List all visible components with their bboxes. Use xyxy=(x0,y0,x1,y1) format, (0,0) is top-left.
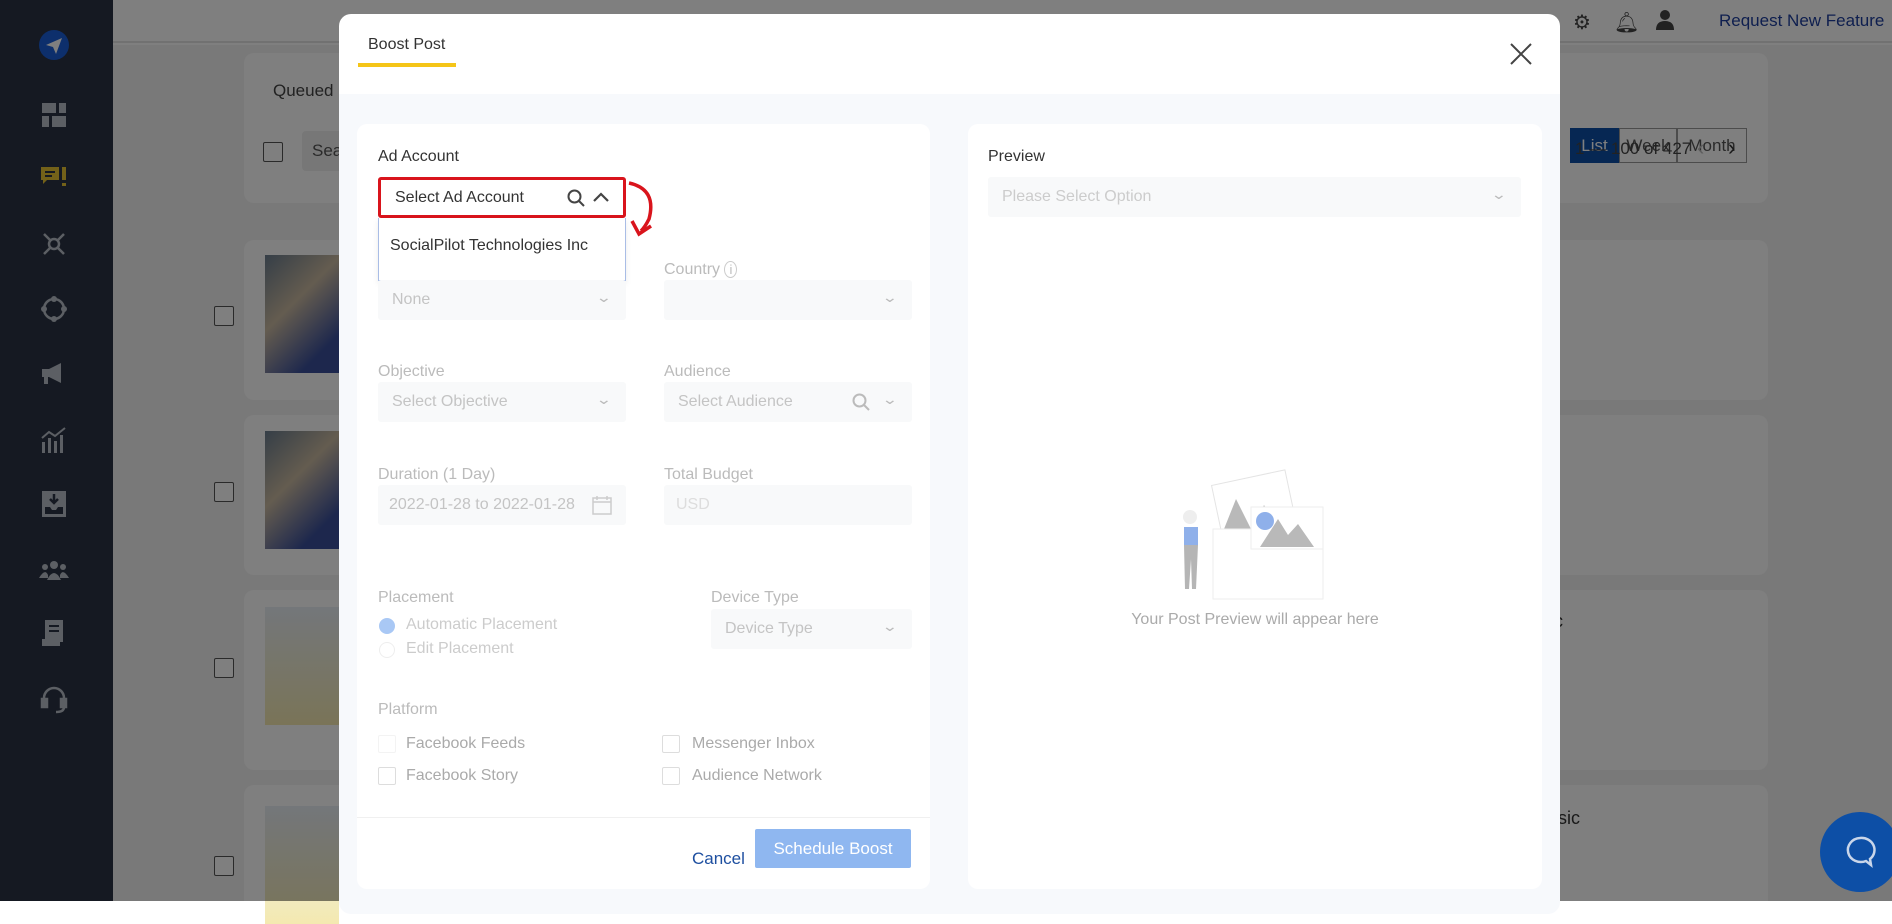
preview-placeholder: Please Select Option xyxy=(1002,188,1152,205)
messenger-inbox-label: Messenger Inbox xyxy=(692,735,815,752)
audience-network-label: Audience Network xyxy=(692,767,822,784)
audience-select[interactable]: Select Audience ⌄ xyxy=(664,382,912,422)
chevron-down-icon: ⌄ xyxy=(881,289,899,305)
close-icon[interactable] xyxy=(1509,42,1533,71)
audience-label: Audience xyxy=(664,363,731,380)
placement-label: Placement xyxy=(378,589,454,606)
page-select[interactable]: None ⌄ xyxy=(378,280,626,320)
ad-account-option[interactable]: SocialPilot Technologies Inc xyxy=(390,237,588,255)
footer-divider xyxy=(357,817,930,818)
facebook-story-label: Facebook Story xyxy=(406,767,519,784)
edit-placement-label: Edit Placement xyxy=(406,640,514,657)
currency-label: USD xyxy=(676,496,710,513)
modal-body: Ad Account Select Ad Account SocialPilot… xyxy=(339,94,1560,914)
audience-placeholder: Select Audience xyxy=(678,393,793,410)
boost-post-modal: Boost Post Ad Account Select Ad Account … xyxy=(339,14,1560,914)
chevron-down-icon: ⌄ xyxy=(881,618,899,634)
audience-network-checkbox[interactable] xyxy=(662,767,680,785)
facebook-feeds-label: Facebook Feeds xyxy=(406,735,526,752)
duration-input[interactable]: 2022-01-28 to 2022-01-28 xyxy=(378,485,626,525)
country-select[interactable]: ⌄ xyxy=(664,280,912,320)
annotation-arrow xyxy=(628,181,653,237)
total-budget-input[interactable]: USD xyxy=(664,485,912,525)
schedule-boost-button[interactable]: Schedule Boost xyxy=(755,829,911,868)
search-icon xyxy=(567,189,585,207)
objective-label: Objective xyxy=(378,363,445,380)
chat-support-button[interactable] xyxy=(1820,812,1892,892)
automatic-placement-label: Automatic Placement xyxy=(406,616,558,633)
platform-label: Platform xyxy=(378,701,438,718)
total-budget-label: Total Budget xyxy=(664,466,753,483)
duration-value: 2022-01-28 to 2022-01-28 xyxy=(389,496,575,513)
messenger-inbox-checkbox[interactable] xyxy=(662,735,680,753)
country-label-text: Country xyxy=(664,261,721,278)
device-type-placeholder: Device Type xyxy=(725,620,813,637)
cancel-button[interactable]: Cancel xyxy=(692,849,745,869)
page-select-value: None xyxy=(392,291,431,308)
chat-bubble-icon xyxy=(1846,836,1876,869)
duration-label: Duration (1 Day) xyxy=(378,466,496,483)
tab-boost-post[interactable]: Boost Post xyxy=(368,36,445,54)
calendar-icon[interactable] xyxy=(592,495,612,515)
empty-preview-illustration xyxy=(1183,469,1324,600)
automatic-placement-radio[interactable] xyxy=(379,618,395,634)
active-tab-underline xyxy=(358,63,456,67)
preview-label: Preview xyxy=(988,148,1045,165)
preview-panel: Preview Please Select Option ⌄ Your Post … xyxy=(968,124,1542,889)
ad-account-dropdown: SocialPilot Technologies Inc xyxy=(378,218,626,281)
preview-select[interactable]: Please Select Option ⌄ xyxy=(988,177,1521,217)
boost-form-panel: Ad Account Select Ad Account SocialPilot… xyxy=(357,124,930,889)
ad-account-select[interactable]: Select Ad Account xyxy=(378,177,626,218)
chevron-down-icon: ⌄ xyxy=(881,391,899,407)
empty-preview-text: Your Post Preview will appear here xyxy=(1131,611,1379,628)
facebook-story-checkbox[interactable] xyxy=(378,767,396,785)
country-label: Country i xyxy=(664,261,738,279)
chevron-down-icon: ⌄ xyxy=(1490,186,1508,202)
objective-select[interactable]: Select Objective ⌄ xyxy=(378,382,626,422)
device-type-label: Device Type xyxy=(711,589,799,606)
objective-placeholder: Select Objective xyxy=(392,393,508,410)
facebook-feeds-checkbox[interactable] xyxy=(378,735,396,753)
chevron-down-icon: ⌄ xyxy=(595,289,613,305)
edit-placement-radio[interactable] xyxy=(379,642,395,658)
device-type-select[interactable]: Device Type ⌄ xyxy=(711,609,912,649)
info-icon[interactable]: i xyxy=(724,261,738,278)
search-icon xyxy=(852,393,870,411)
ad-account-label: Ad Account xyxy=(378,148,459,165)
chevron-down-icon: ⌄ xyxy=(595,391,613,407)
chevron-up-icon[interactable] xyxy=(593,191,609,203)
ad-account-placeholder: Select Ad Account xyxy=(395,188,524,206)
